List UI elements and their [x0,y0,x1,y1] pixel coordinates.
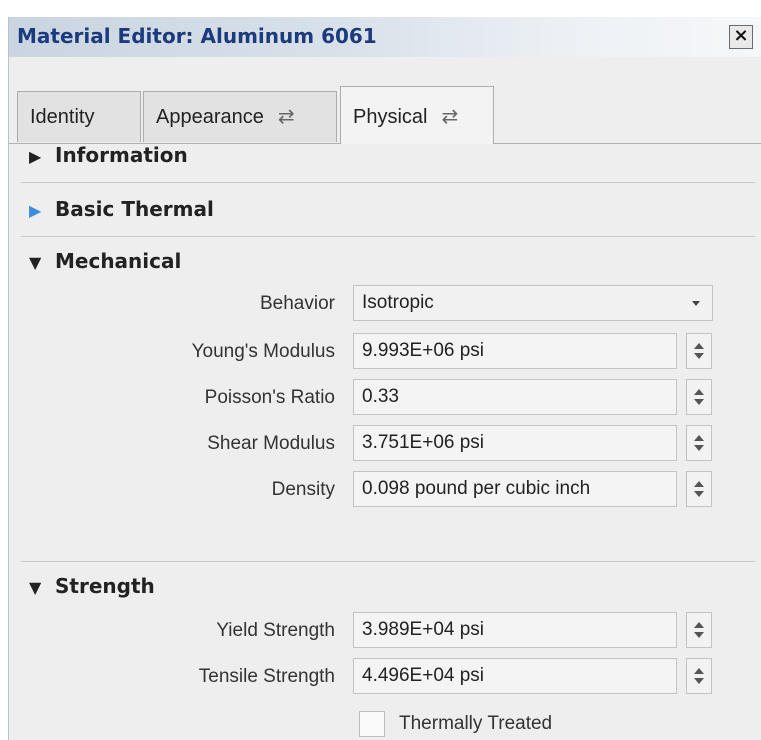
density-label: Density [271,479,335,500]
triangle-down-icon: ▼ [29,578,42,597]
spin-down-icon[interactable] [694,353,704,359]
behavior-value: Isotropic [362,292,434,313]
section-information-title: Information [55,143,188,167]
shear-modulus-label: Shear Modulus [207,433,335,454]
close-button[interactable]: × [729,25,753,49]
youngs-modulus-spinner[interactable] [686,333,712,369]
youngs-modulus-field[interactable]: 9.993E+06 psi [353,333,677,369]
triangle-right-icon: ▶ [29,147,42,166]
tab-identity-label: Identity [30,106,95,128]
spin-up-icon[interactable] [694,435,704,441]
shear-modulus-spinner[interactable] [686,425,712,461]
title-bar: Material Editor: Aluminum 6061 × [9,17,761,57]
swap-icon: ⇄ [277,106,295,128]
spin-up-icon[interactable] [694,343,704,349]
divider [21,236,755,237]
section-strength-title: Strength [55,574,155,598]
tab-appearance[interactable]: Appearance ⇄ [143,91,337,142]
thermally-treated-checkbox[interactable] [359,711,385,737]
divider [21,182,755,183]
density-spinner[interactable] [686,471,712,507]
section-mechanical[interactable]: ▼ Mechanical [29,249,181,273]
spin-up-icon[interactable] [694,481,704,487]
yield-strength-label: Yield Strength [216,620,335,641]
tensile-strength-field[interactable]: 4.496E+04 psi [353,658,677,694]
behavior-label: Behavior [260,293,335,314]
poissons-ratio-spinner[interactable] [686,379,712,415]
spin-down-icon[interactable] [694,445,704,451]
spin-down-icon[interactable] [694,678,704,684]
tab-physical[interactable]: Physical ⇄ [340,86,494,144]
spin-down-icon[interactable] [694,399,704,405]
spin-up-icon[interactable] [694,622,704,628]
divider [21,561,755,562]
tab-physical-label: Physical [353,106,428,128]
thermally-treated-label: Thermally Treated [399,713,553,734]
section-information[interactable]: ▶ Information [29,143,188,167]
yield-strength-spinner[interactable] [686,612,712,648]
section-strength[interactable]: ▼ Strength [29,574,155,598]
chevron-down-icon [692,301,700,306]
tab-appearance-label: Appearance [156,106,264,128]
tensile-strength-spinner[interactable] [686,658,712,694]
window-title: Material Editor: Aluminum 6061 [17,24,377,48]
tab-identity[interactable]: Identity [17,91,141,142]
youngs-modulus-label: Young's Modulus [191,341,335,362]
shear-modulus-field[interactable]: 3.751E+06 psi [353,425,677,461]
triangle-down-icon: ▼ [29,253,42,272]
triangle-right-icon: ▶ [29,201,42,220]
spin-down-icon[interactable] [694,632,704,638]
spin-up-icon[interactable] [694,389,704,395]
tensile-strength-label: Tensile Strength [198,666,335,687]
spin-down-icon[interactable] [694,491,704,497]
tab-strip: Identity Appearance ⇄ Physical ⇄ [9,57,761,144]
material-editor-window: Material Editor: Aluminum 6061 × Identit… [8,17,761,740]
poissons-ratio-label: Poisson's Ratio [204,387,335,408]
section-mechanical-title: Mechanical [55,249,182,273]
density-field[interactable]: 0.098 pound per cubic inch [353,471,677,507]
behavior-select[interactable]: Isotropic [353,285,713,321]
spin-up-icon[interactable] [694,668,704,674]
yield-strength-field[interactable]: 3.989E+04 psi [353,612,677,648]
section-basic-thermal-title: Basic Thermal [55,197,214,221]
poissons-ratio-field[interactable]: 0.33 [353,379,677,415]
swap-icon: ⇄ [441,106,459,128]
section-basic-thermal[interactable]: ▶ Basic Thermal [29,197,214,221]
